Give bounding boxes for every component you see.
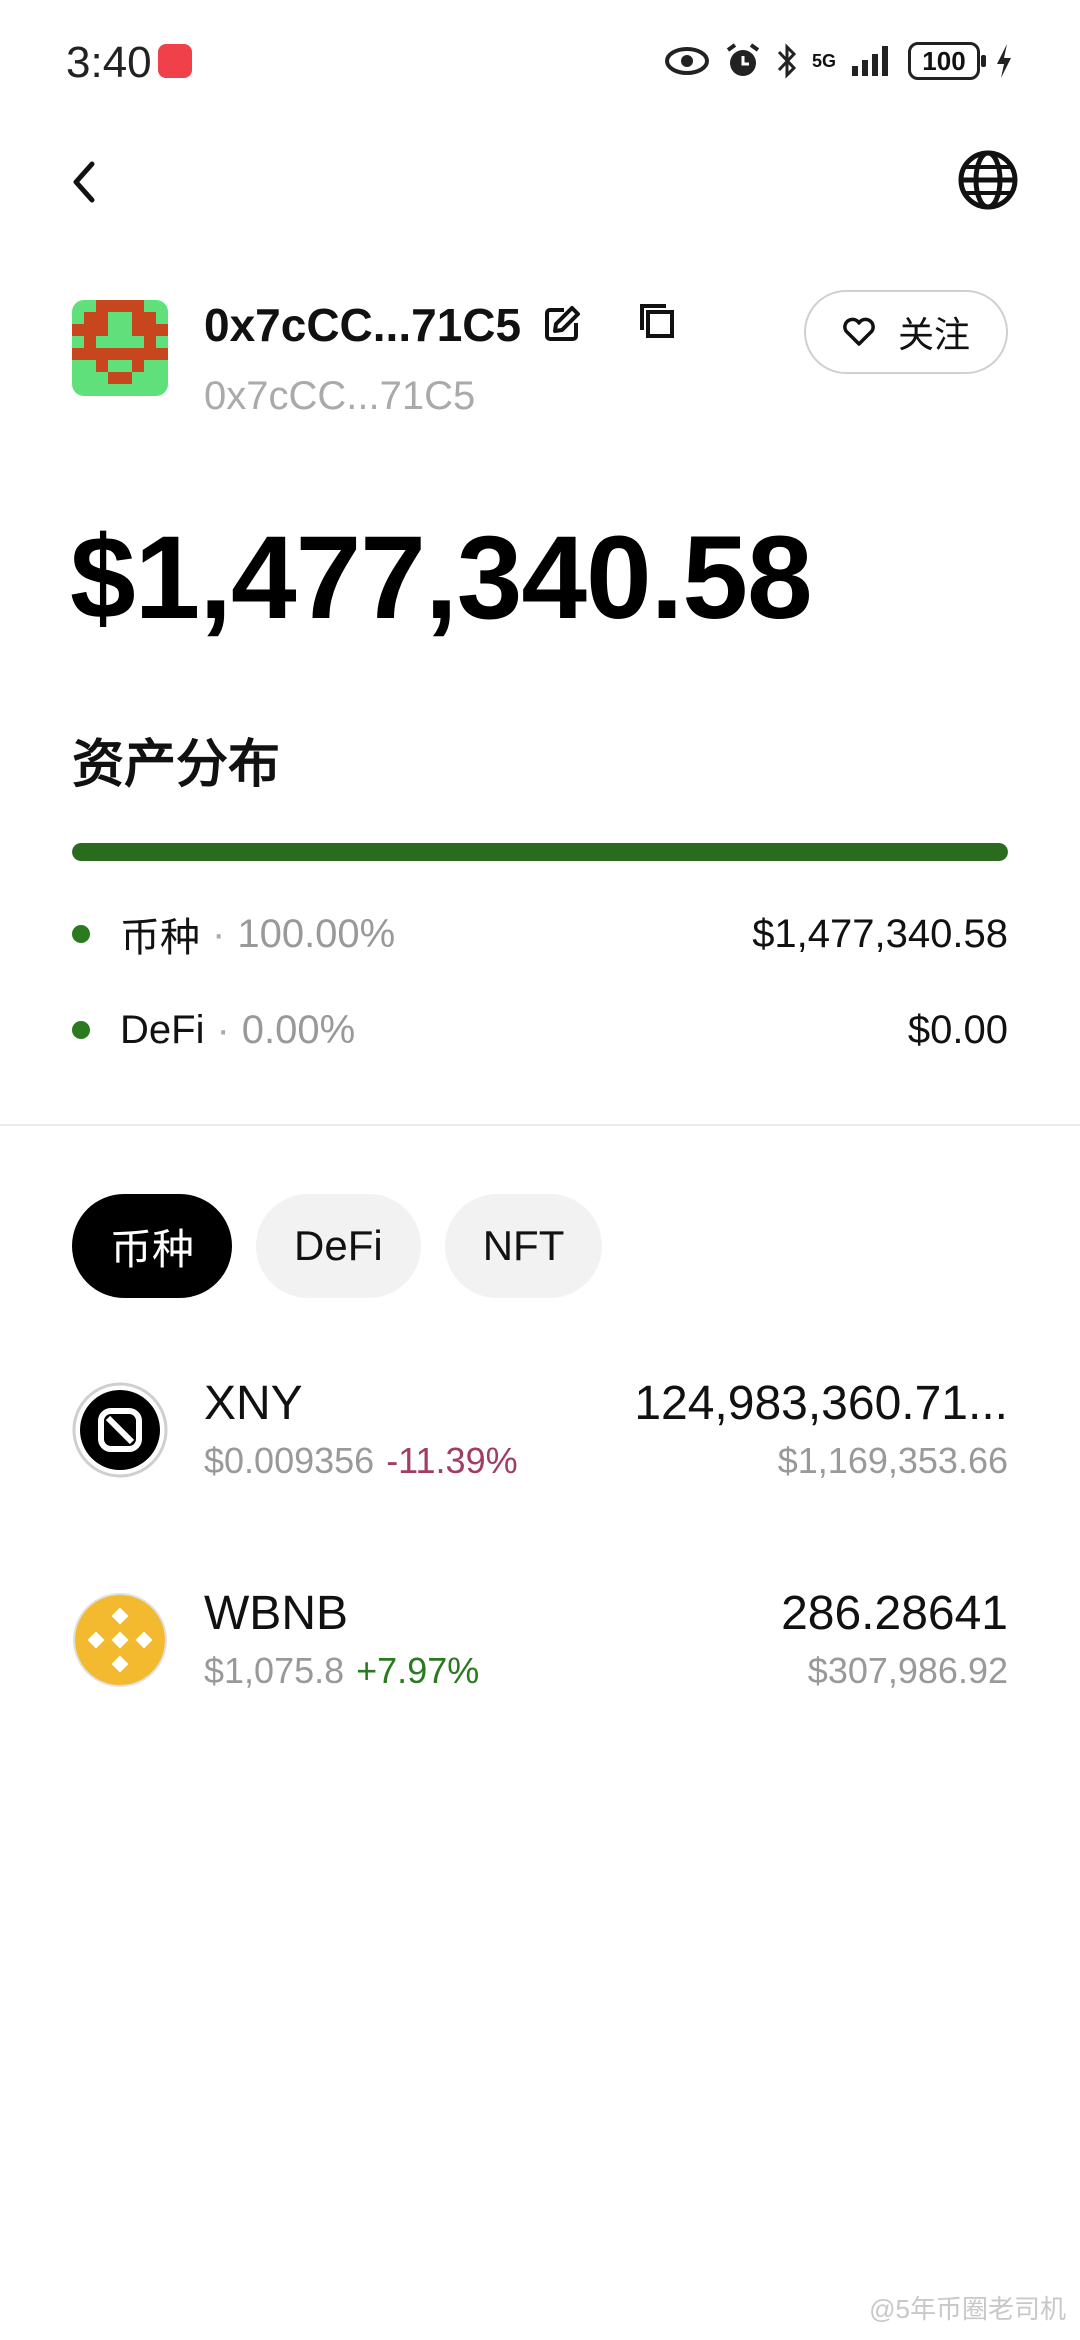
back-button[interactable] [62, 152, 106, 212]
eye-icon [664, 47, 709, 75]
chevron-left-icon [73, 161, 95, 203]
token-symbol: WBNB [204, 1587, 348, 1640]
asset-tabs: 币种 DeFi NFT [72, 1194, 603, 1298]
status-icons: 5G 100 [664, 38, 1014, 84]
distribution-percent: 100.00% [237, 911, 396, 956]
legend-dot [72, 1021, 90, 1039]
watermark: @5年币圈老司机 [869, 2294, 1066, 2324]
token-price: $0.009356 [204, 1440, 375, 1481]
separator-dot: · [212, 911, 226, 956]
tab-defi[interactable]: DeFi [256, 1194, 421, 1298]
tab-tokens[interactable]: 币种 [72, 1194, 233, 1298]
token-change: -11.39% [386, 1440, 518, 1481]
token-price: $1,075.8 [204, 1650, 345, 1691]
charging-icon [997, 44, 1011, 78]
distribution-bar-fill [72, 843, 1008, 861]
bluetooth-icon [777, 43, 797, 79]
alarm-icon [726, 43, 760, 76]
distribution-label: 币种 [120, 916, 200, 960]
edit-name-button[interactable] [542, 304, 582, 344]
status-bar: 3:40 5G 100 [0, 0, 1080, 120]
token-amount: 286.28641 [781, 1587, 1008, 1640]
distribution-row-defi: DeFi · 0.00% $0.00 [72, 1000, 1008, 1060]
follow-button[interactable]: 关注 [804, 290, 1008, 374]
total-balance: $1,477,340.58 [70, 512, 813, 644]
token-symbol: XNY [204, 1377, 303, 1430]
token-row-wbnb[interactable]: WBNB $1,075.8 +7.97% 286.28641 $307,986.9… [72, 1586, 1008, 1696]
signal-icon [852, 46, 888, 76]
distribution-label: DeFi [120, 1007, 205, 1052]
copy-icon [640, 304, 674, 338]
heart-icon [843, 317, 875, 346]
wallet-avatar [72, 300, 168, 396]
tab-nft[interactable]: NFT [444, 1194, 603, 1298]
battery-icon: 100 [908, 42, 986, 80]
section-title: 资产分布 [72, 736, 281, 794]
token-value: $307,986.92 [807, 1650, 1008, 1691]
distribution-percent: 0.00% [241, 1007, 356, 1052]
notification-app-icon [158, 44, 192, 78]
distribution-bar [72, 843, 1008, 861]
xny-logo-icon [72, 1382, 168, 1478]
token-price-line: $1,075.8 +7.97% [204, 1650, 479, 1692]
distribution-row-tokens: 币种 · 100.00% $1,477,340.58 [72, 904, 1008, 964]
distribution-value: $0.00 [907, 1007, 1008, 1052]
globe-icon [958, 150, 1018, 210]
status-time: 3:40 [66, 38, 152, 87]
token-change: +7.97% [356, 1650, 480, 1691]
token-amount: 124,983,360.71... [634, 1377, 1008, 1430]
bnb-logo-icon [73, 1593, 167, 1687]
legend-dot [72, 925, 90, 943]
section-divider [0, 1124, 1080, 1126]
wallet-name: 0x7cCC...71C5 [204, 299, 522, 351]
copy-address-button[interactable] [636, 300, 678, 342]
edit-icon [545, 306, 580, 341]
token-price-line: $0.009356 -11.39% [204, 1440, 518, 1482]
token-value: $1,169,353.66 [777, 1440, 1008, 1481]
follow-label: 关注 [897, 314, 970, 355]
separator-dot: · [216, 1007, 230, 1052]
battery-level: 100 [922, 45, 966, 76]
distribution-value: $1,477,340.58 [752, 911, 1008, 956]
token-row-xny[interactable]: XNY $0.009356 -11.39% 124,983,360.71... $… [72, 1376, 1008, 1486]
network-type: 5G [811, 51, 836, 71]
wallet-address: 0x7cCC...71C5 [204, 374, 476, 418]
language-button[interactable] [956, 148, 1020, 212]
